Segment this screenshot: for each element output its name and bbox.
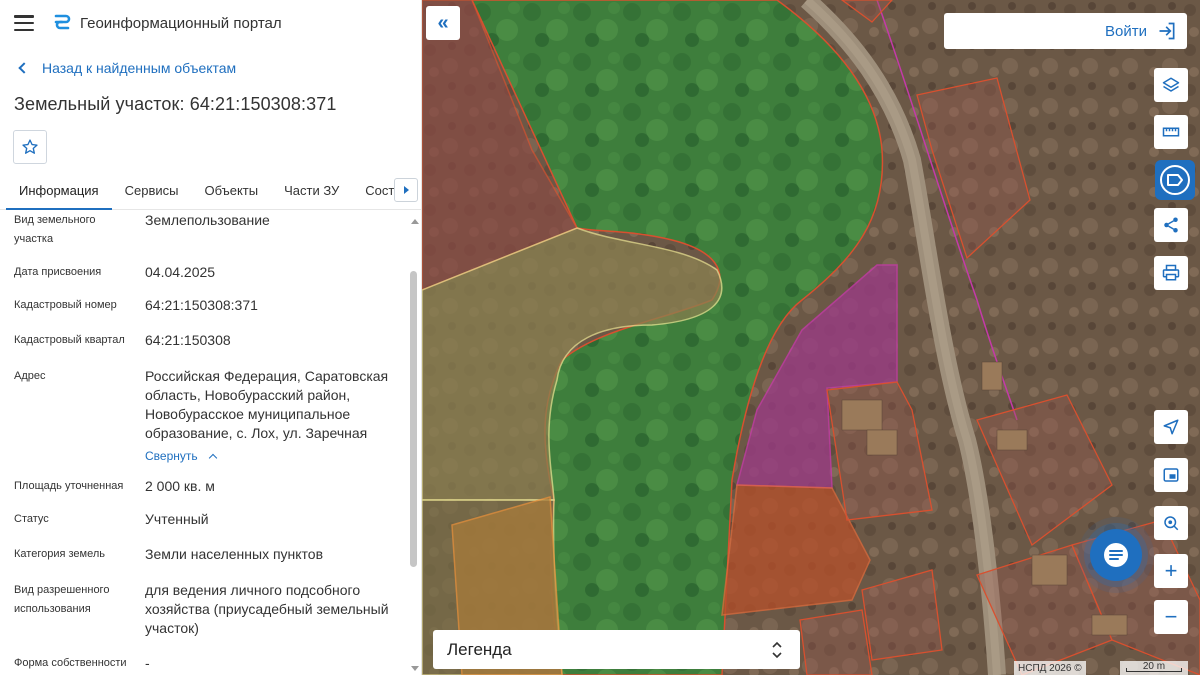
back-to-results-link[interactable]: Назад к найденным объектам <box>18 58 421 78</box>
portal-logo-icon <box>54 14 71 30</box>
address-value-block: Российская Федерация, Саратовская област… <box>145 367 403 466</box>
scroll-thumb[interactable] <box>410 271 417 567</box>
info-value: 04.04.2025 <box>145 264 216 280</box>
my-location-button[interactable] <box>1154 410 1188 444</box>
print-button[interactable] <box>1154 256 1188 290</box>
map-view[interactable]: « Войти + − Легенда НСПД 2026 © 20 m <box>422 0 1200 675</box>
info-value: 64:21:150308:371 <box>145 297 258 313</box>
printer-icon <box>1162 264 1180 281</box>
info-label: Форма собственности <box>14 657 127 669</box>
collapse-address-link[interactable]: Свернуть <box>145 447 217 466</box>
tab-information[interactable]: Информация <box>6 176 112 210</box>
scroll-down-arrow-icon[interactable] <box>411 666 419 671</box>
zoom-in-button[interactable]: + <box>1154 554 1188 588</box>
collapse-panel-button[interactable]: « <box>426 6 460 40</box>
map-attribution: НСПД 2026 © <box>1014 661 1086 675</box>
info-value: Учтенный <box>145 511 209 527</box>
collapse-link-label: Свернуть <box>145 449 198 463</box>
ruler-icon <box>1162 127 1180 137</box>
info-panel: Геоинформационный портал Назад к найденн… <box>0 0 422 675</box>
back-link-label: Назад к найденным объектам <box>42 60 237 76</box>
top-bar: Геоинформационный портал <box>0 0 421 46</box>
page-title: Земельный участок: 64:21:150308:371 <box>14 94 337 114</box>
cadastral-services-button[interactable] <box>1155 160 1195 200</box>
satellite-map-image <box>422 0 1200 675</box>
chat-icon <box>1104 543 1128 567</box>
tab-parcel-parts[interactable]: Части ЗУ <box>271 176 352 210</box>
info-label: Адрес <box>14 370 46 382</box>
tab-bar: Информация Сервисы Объекты Части ЗУ Сост… <box>0 176 421 210</box>
login-button[interactable]: Войти <box>944 13 1187 49</box>
location-search-icon <box>1164 516 1179 531</box>
map-frame-icon <box>1163 468 1179 482</box>
app-title: Геоинформационный портал <box>80 14 282 32</box>
favorite-button[interactable] <box>13 130 47 164</box>
menu-icon[interactable] <box>14 15 34 31</box>
login-icon <box>1159 22 1175 40</box>
login-label: Войти <box>1105 22 1147 40</box>
info-list: Вид земельного участка Землепользование … <box>0 211 410 675</box>
info-value: Земли населенных пунктов <box>145 546 324 562</box>
info-label: Вид разрешенного использования <box>14 584 110 615</box>
info-label: Вид земельного участка <box>14 214 96 245</box>
measure-button[interactable] <box>1154 115 1188 149</box>
info-label: Категория земель <box>14 548 105 560</box>
legend-dropdown[interactable]: Легенда <box>433 630 800 669</box>
chat-button[interactable] <box>1090 529 1142 581</box>
layers-button[interactable] <box>1154 68 1188 102</box>
scroll-up-arrow-icon[interactable] <box>411 219 419 224</box>
share-button[interactable] <box>1154 208 1188 242</box>
sort-arrows-icon <box>772 641 782 659</box>
tabs-scroll-right-button[interactable] <box>394 178 418 202</box>
app: Геоинформационный портал Назад к найденн… <box>0 0 1200 675</box>
star-icon <box>22 139 38 154</box>
basemap-button[interactable] <box>1154 458 1188 492</box>
chevron-left-icon <box>18 62 30 74</box>
info-value: - <box>145 655 150 671</box>
search-location-button[interactable] <box>1154 506 1188 540</box>
info-value: Землепользование <box>145 212 270 228</box>
info-label: Кадастровый квартал <box>14 334 125 346</box>
info-value: Российская Федерация, Саратовская област… <box>145 368 389 441</box>
info-label: Площадь уточненная <box>14 480 124 492</box>
info-value: для ведения личного подсобного хозяйства… <box>145 582 389 636</box>
share-icon <box>1164 217 1178 233</box>
scale-bar-line <box>1126 668 1182 672</box>
info-label: Статус <box>14 513 49 525</box>
zoom-out-button[interactable]: − <box>1154 600 1188 634</box>
tab-objects[interactable]: Объекты <box>191 176 271 210</box>
chevron-up-icon <box>208 453 217 463</box>
legend-label: Легенда <box>447 639 512 659</box>
map-scale-bar: 20 m <box>1120 661 1188 675</box>
info-value: 64:21:150308 <box>145 332 231 348</box>
info-scrollbar[interactable] <box>409 213 419 675</box>
info-label: Кадастровый номер <box>14 299 117 311</box>
navigation-arrow-icon <box>1163 419 1179 435</box>
info-label: Дата присвоения <box>14 266 102 278</box>
info-value: 2 000 кв. м <box>145 478 215 494</box>
document-map-icon <box>1160 165 1190 195</box>
tab-services[interactable]: Сервисы <box>112 176 192 210</box>
layers-icon <box>1162 77 1180 92</box>
